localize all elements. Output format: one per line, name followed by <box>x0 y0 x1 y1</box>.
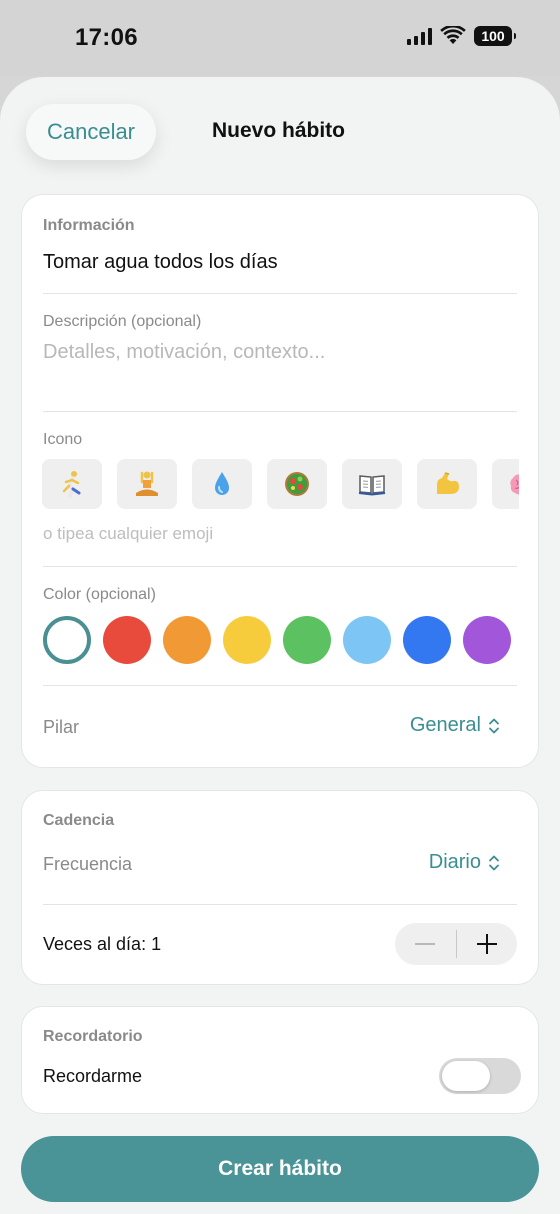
color-swatch-selected[interactable] <box>43 616 91 664</box>
chevron-updown-icon <box>489 855 499 870</box>
color-swatch-yellow[interactable] <box>223 616 271 664</box>
divider <box>43 411 517 412</box>
color-label: Color (opcional) <box>43 586 156 603</box>
color-picker <box>43 616 511 664</box>
remind-me-label: Recordarme <box>43 1066 143 1086</box>
new-habit-sheet: Cancelar Nuevo hábito Información Tomar … <box>0 77 560 1214</box>
info-card: Información Tomar agua todos los días De… <box>21 194 539 768</box>
cadence-card: Cadencia Frecuencia Diario Veces al día:… <box>21 790 539 985</box>
frequency-label: Frecuencia <box>43 854 133 874</box>
color-swatch-orange[interactable] <box>163 616 211 664</box>
cancel-button[interactable]: Cancelar <box>26 104 156 160</box>
habit-name-input[interactable]: Tomar agua todos los días <box>43 251 278 274</box>
page-title: Nuevo hábito <box>212 119 346 142</box>
create-habit-button[interactable]: Crear hábito <box>21 1136 539 1202</box>
status-icons: 100 <box>407 26 516 46</box>
reminder-card: Recordatorio Recordarme <box>21 1006 539 1114</box>
color-swatch-green[interactable] <box>283 616 331 664</box>
divider <box>43 293 517 294</box>
description-input[interactable]: Detalles, motivación, contexto... <box>43 341 325 364</box>
cellular-signal-icon <box>407 27 432 45</box>
color-swatch-light-blue[interactable] <box>343 616 391 664</box>
status-bar: 17:06 100 <box>0 0 560 76</box>
info-section-label: Información <box>43 217 135 234</box>
battery-icon: 100 <box>474 26 516 46</box>
color-swatch-purple[interactable] <box>463 616 511 664</box>
increment-button[interactable] <box>457 923 518 965</box>
frequency-select[interactable]: Diario <box>429 851 501 874</box>
divider <box>43 566 517 567</box>
flexed-biceps-emoji-icon[interactable] <box>416 459 477 509</box>
runner-emoji-icon[interactable] <box>42 459 102 509</box>
icon-label: Icono <box>43 431 83 448</box>
color-swatch-red[interactable] <box>103 616 151 664</box>
pillar-label: Pilar <box>43 717 80 737</box>
color-swatch-blue[interactable] <box>403 616 451 664</box>
brain-emoji-icon[interactable] <box>491 459 519 509</box>
times-per-day-stepper <box>395 923 517 965</box>
droplet-emoji-icon[interactable] <box>191 459 252 509</box>
book-emoji-icon[interactable] <box>341 459 402 509</box>
cadence-section-label: Cadencia <box>43 812 115 829</box>
divider <box>43 685 517 686</box>
minus-icon <box>415 943 436 945</box>
icon-picker <box>42 459 519 509</box>
emoji-hint: o tipea cualquier emoji <box>43 524 214 543</box>
salad-emoji-icon[interactable] <box>266 459 327 509</box>
reminder-toggle[interactable] <box>439 1058 521 1094</box>
wifi-icon <box>440 26 466 44</box>
frequency-value: Diario <box>428 851 481 873</box>
times-per-day-label: Veces al día: 1 <box>43 934 162 954</box>
status-time: 17:06 <box>75 24 138 51</box>
divider <box>43 904 517 905</box>
meditation-emoji-icon[interactable] <box>116 459 177 509</box>
toggle-knob <box>442 1061 490 1091</box>
plus-icon <box>476 934 497 954</box>
reminder-section-label: Recordatorio <box>43 1028 143 1045</box>
pillar-select[interactable]: General <box>410 714 501 737</box>
description-label: Descripción (opcional) <box>43 313 202 330</box>
chevron-updown-icon <box>489 718 499 733</box>
pillar-value: General <box>409 714 481 736</box>
decrement-button[interactable] <box>395 923 456 965</box>
